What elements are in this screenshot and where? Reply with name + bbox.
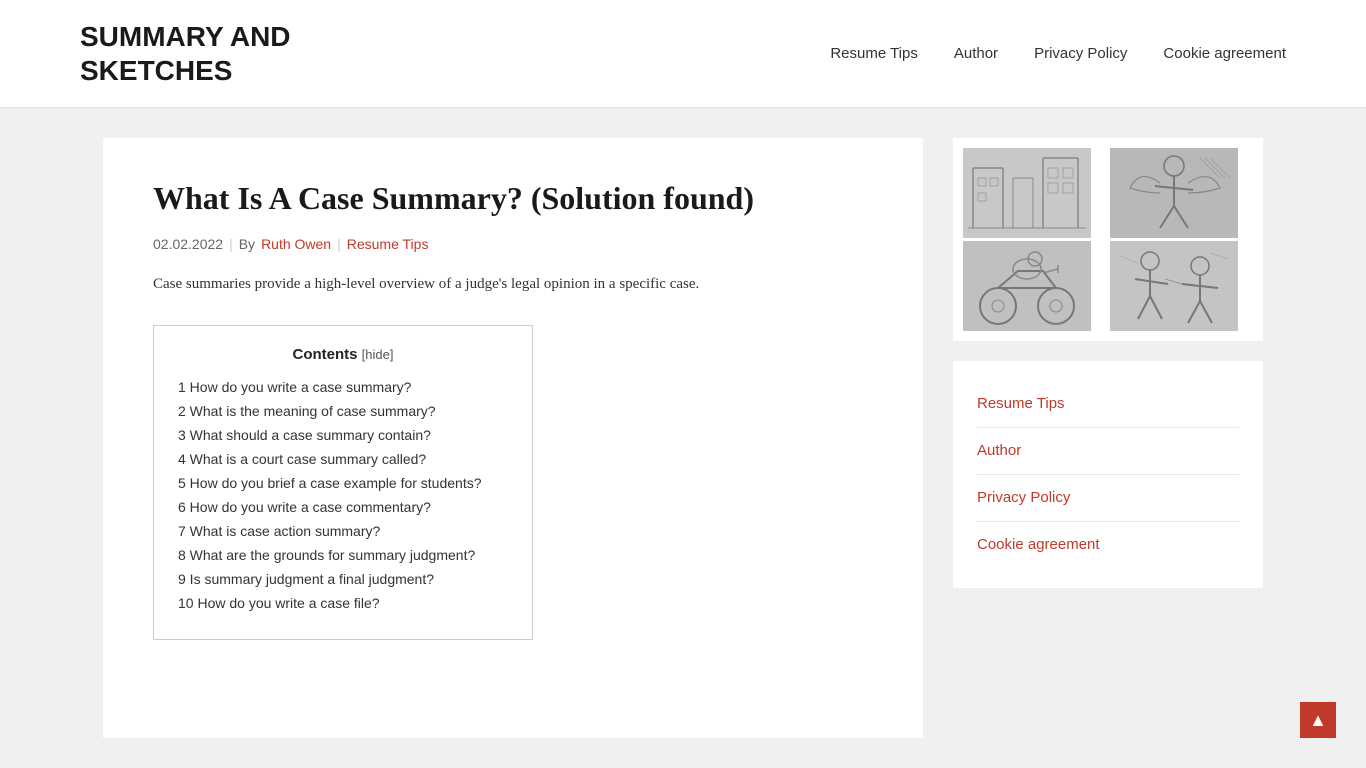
meta-separator-2: | xyxy=(337,236,341,252)
toc-link-7[interactable]: 7 What is case action summary? xyxy=(178,523,380,539)
sidebar: Resume Tips Author Privacy Policy Cookie… xyxy=(953,138,1263,738)
toc-link-8[interactable]: 8 What are the grounds for summary judgm… xyxy=(178,547,475,563)
sidebar-nav-item: Author xyxy=(977,428,1239,475)
toc-item: 8 What are the grounds for summary judgm… xyxy=(178,547,508,565)
toc-link-10[interactable]: 10 How do you write a case file? xyxy=(178,595,380,611)
sidebar-link-author[interactable]: Author xyxy=(977,442,1021,459)
site-title: SUMMARY AND SKETCHES xyxy=(80,20,360,87)
toc-item: 5 How do you brief a case example for st… xyxy=(178,475,508,493)
sketch-image-4 xyxy=(1110,241,1238,331)
toc-title-text: Contents xyxy=(293,346,358,363)
sidebar-link-resume-tips[interactable]: Resume Tips xyxy=(977,395,1065,412)
toc-item: 1 How do you write a case summary? xyxy=(178,379,508,397)
nav-item-author[interactable]: Author xyxy=(954,45,998,62)
article-author-link[interactable]: Ruth Owen xyxy=(261,236,331,252)
toc-link-9[interactable]: 9 Is summary judgment a final judgment? xyxy=(178,571,434,587)
sidebar-nav-item: Resume Tips xyxy=(977,381,1239,428)
sketch-image-1 xyxy=(963,148,1091,238)
toc-link-2[interactable]: 2 What is the meaning of case summary? xyxy=(178,403,436,419)
sketch-image-2 xyxy=(1110,148,1238,238)
toc-title: Contents [hide] xyxy=(178,346,508,363)
article-title: What Is A Case Summary? (Solution found) xyxy=(153,178,873,220)
article-intro: Case summaries provide a high-level over… xyxy=(153,272,873,298)
sketch-grid xyxy=(953,138,1263,341)
nav-item-privacy-policy[interactable]: Privacy Policy xyxy=(1034,45,1127,62)
by-label: By xyxy=(239,236,255,252)
sidebar-link-privacy-policy[interactable]: Privacy Policy xyxy=(977,489,1070,506)
site-header: SUMMARY AND SKETCHES Resume Tips Author … xyxy=(0,0,1366,108)
toc-item: 9 Is summary judgment a final judgment? xyxy=(178,571,508,589)
article-meta: 02.02.2022 | By Ruth Owen | Resume Tips xyxy=(153,236,873,252)
sidebar-nav-item: Cookie agreement xyxy=(977,522,1239,568)
article-date: 02.02.2022 xyxy=(153,236,223,252)
page-wrapper: What Is A Case Summary? (Solution found)… xyxy=(83,108,1283,768)
sidebar-link-cookie-agreement[interactable]: Cookie agreement xyxy=(977,536,1100,553)
sidebar-nav-widget: Resume Tips Author Privacy Policy Cookie… xyxy=(953,361,1263,588)
nav-item-resume-tips[interactable]: Resume Tips xyxy=(830,45,918,62)
toc-item: 2 What is the meaning of case summary? xyxy=(178,403,508,421)
main-content: What Is A Case Summary? (Solution found)… xyxy=(103,138,923,738)
toc-item: 7 What is case action summary? xyxy=(178,523,508,541)
toc-link-3[interactable]: 3 What should a case summary contain? xyxy=(178,427,431,443)
main-nav: Resume Tips Author Privacy Policy Cookie… xyxy=(830,45,1286,62)
scroll-to-top-button[interactable]: ▲ xyxy=(1300,702,1336,738)
nav-item-cookie-agreement[interactable]: Cookie agreement xyxy=(1163,45,1286,62)
meta-separator-1: | xyxy=(229,236,233,252)
sidebar-nav-item: Privacy Policy xyxy=(977,475,1239,522)
toc-item: 4 What is a court case summary called? xyxy=(178,451,508,469)
toc-item: 3 What should a case summary contain? xyxy=(178,427,508,445)
toc-item: 10 How do you write a case file? xyxy=(178,595,508,613)
sidebar-nav-list: Resume Tips Author Privacy Policy Cookie… xyxy=(977,381,1239,568)
article-category-link[interactable]: Resume Tips xyxy=(347,236,429,252)
table-of-contents: Contents [hide] 1 How do you write a cas… xyxy=(153,325,533,640)
toc-item: 6 How do you write a case commentary? xyxy=(178,499,508,517)
toc-list: 1 How do you write a case summary? 2 Wha… xyxy=(178,379,508,613)
toc-hide-link[interactable]: [hide] xyxy=(362,347,394,362)
sidebar-sketch-widget xyxy=(953,138,1263,341)
toc-link-5[interactable]: 5 How do you brief a case example for st… xyxy=(178,475,482,491)
toc-link-6[interactable]: 6 How do you write a case commentary? xyxy=(178,499,431,515)
sketch-image-3 xyxy=(963,241,1091,331)
toc-link-1[interactable]: 1 How do you write a case summary? xyxy=(178,379,411,395)
toc-link-4[interactable]: 4 What is a court case summary called? xyxy=(178,451,426,467)
